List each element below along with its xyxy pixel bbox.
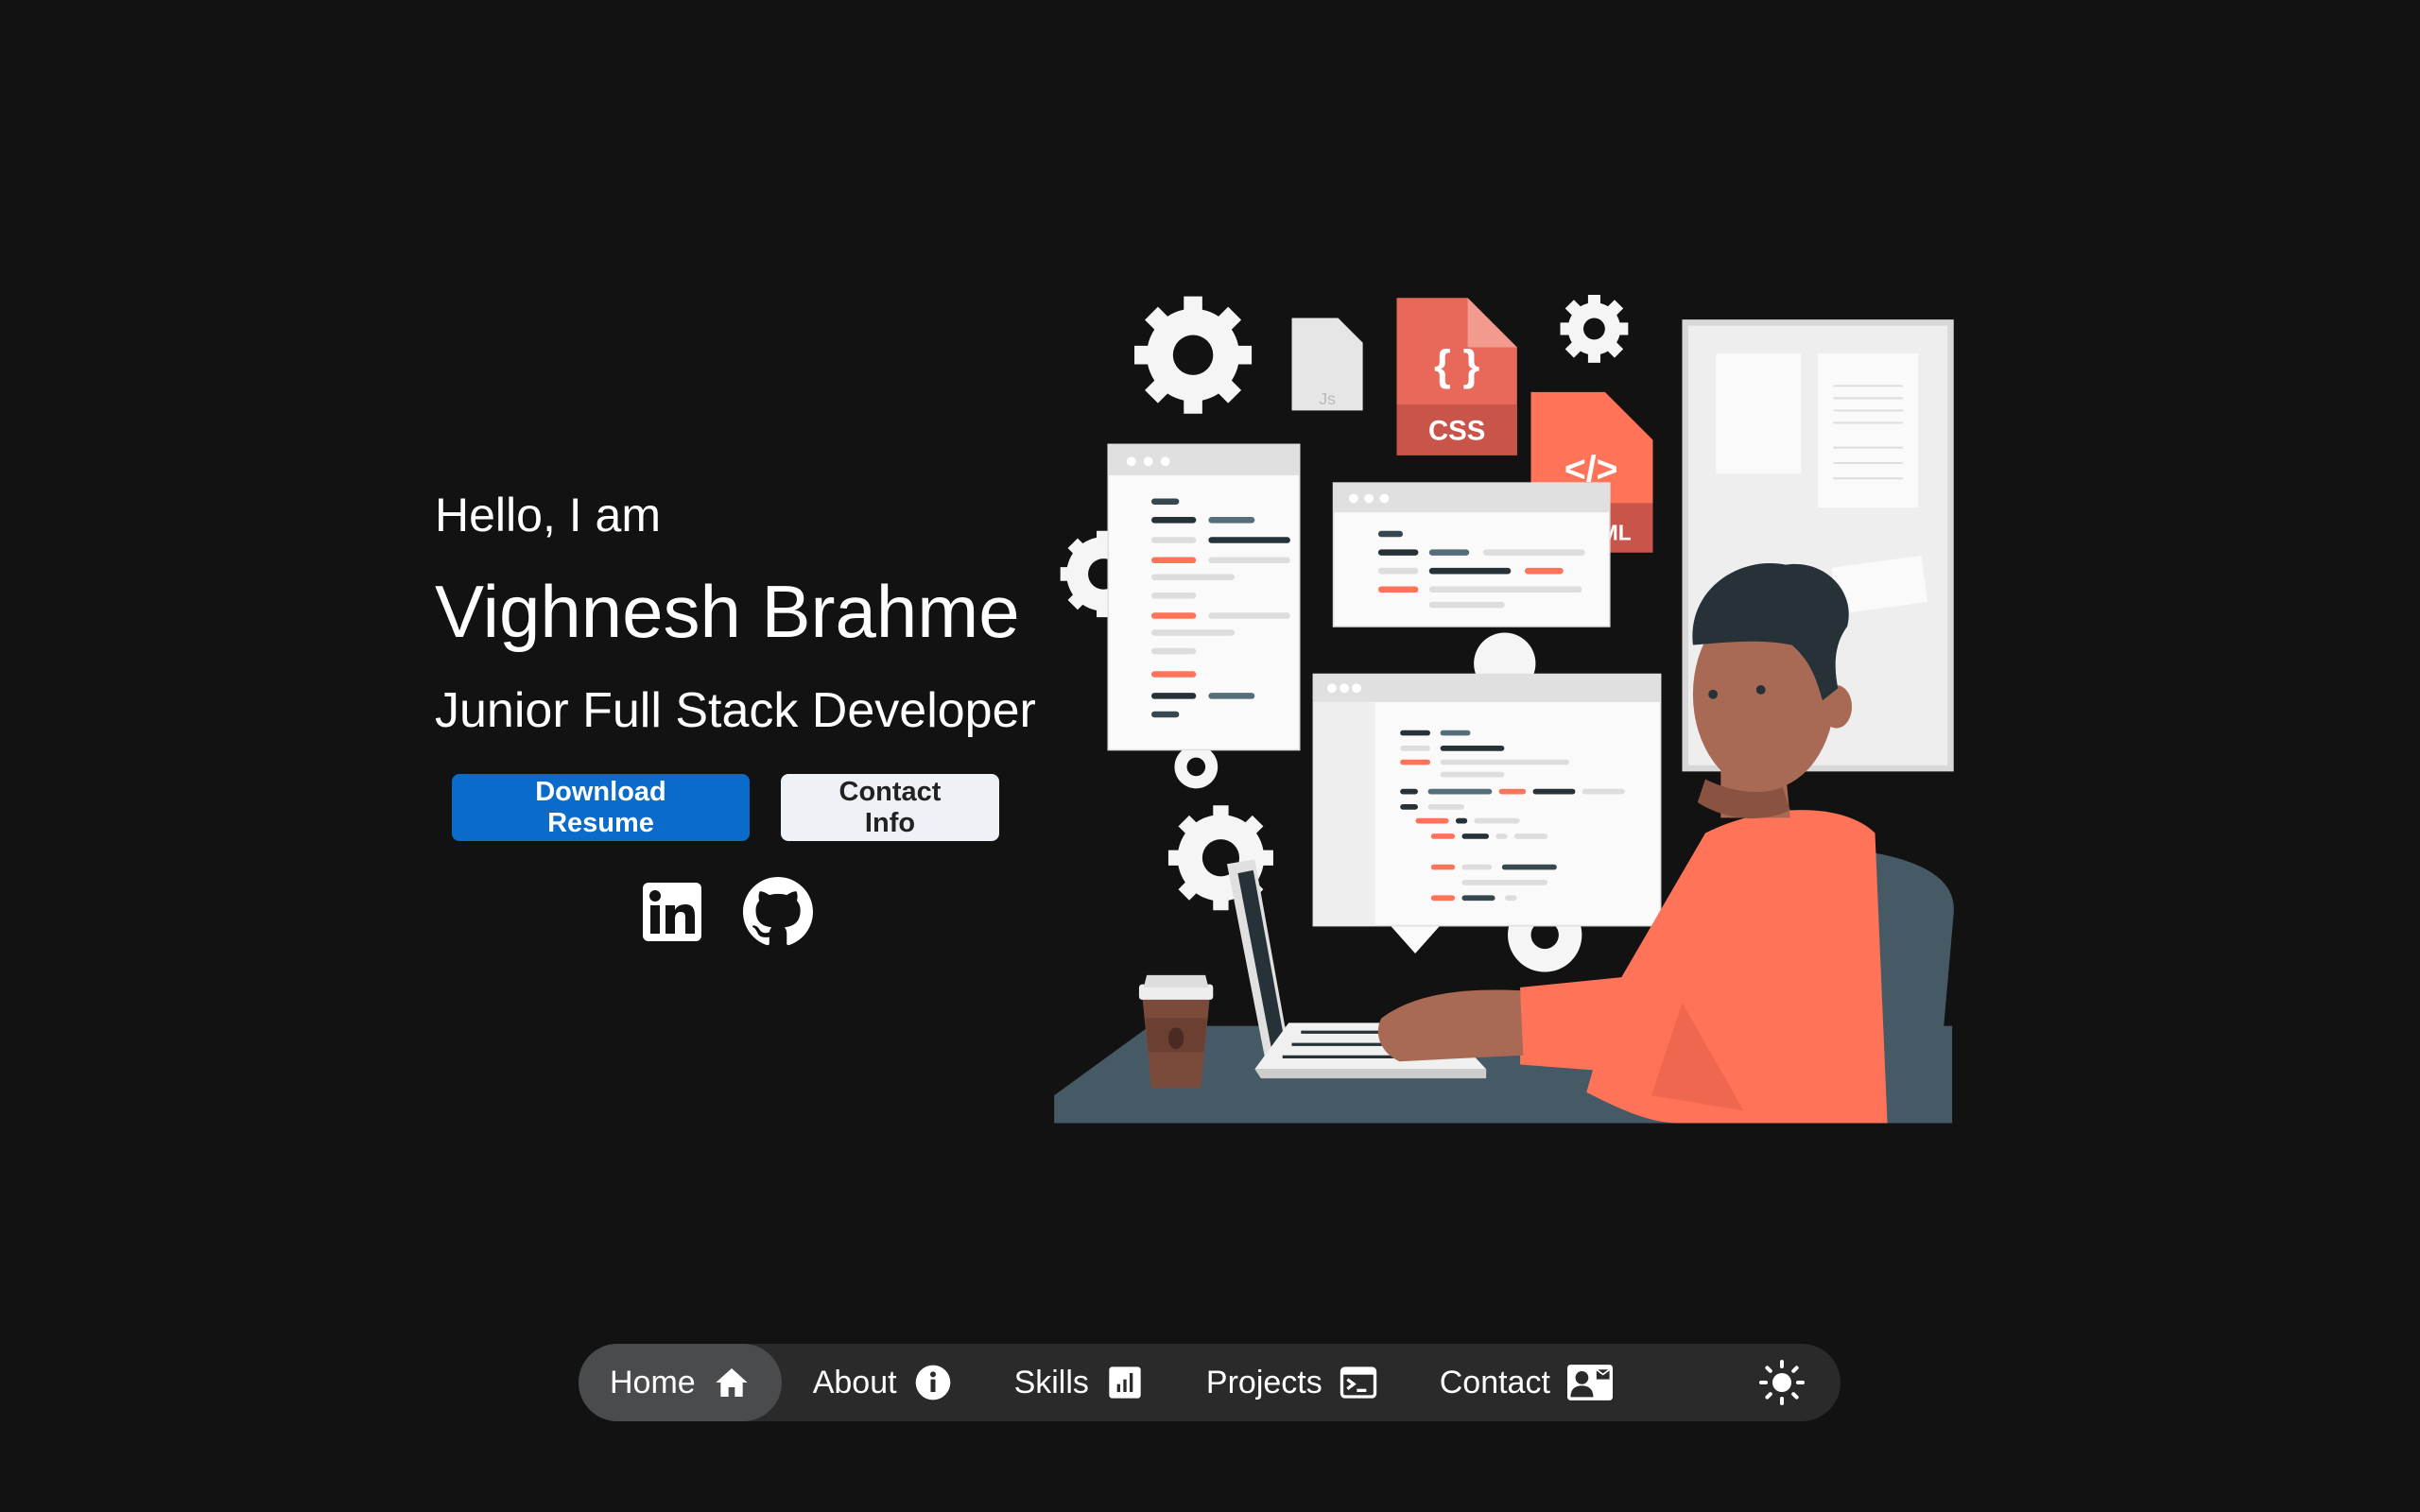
terminal-icon [1340,1366,1376,1399]
github-icon [743,877,813,946]
svg-text:Js: Js [1319,389,1336,408]
nav-label: Skills [1013,1364,1089,1400]
hero-role: Junior Full Stack Developer [435,683,1036,738]
github-link[interactable] [743,877,813,952]
bottom-nav: Home About Skills Projects Contact [579,1344,1841,1421]
css-file-icon: { } CSS [1396,298,1517,455]
nav-label: About [812,1364,897,1400]
hero-buttons: Download Resume Contact Info [452,774,999,841]
contact-info-button[interactable]: Contact Info [781,774,999,841]
nav-label: Home [610,1364,696,1400]
nav-item-skills[interactable]: Skills [983,1344,1175,1421]
code-window [1312,673,1662,954]
gear-icon [1134,296,1253,414]
nav-item-projects[interactable]: Projects [1175,1344,1409,1421]
chart-icon [1109,1366,1141,1399]
nav-item-home[interactable]: Home [579,1344,782,1421]
developer-illustration: Js { } CSS </> ML [1054,295,1954,1124]
info-icon [915,1365,950,1400]
nav-item-contact[interactable]: Contact [1409,1344,1644,1421]
linkedin-icon [643,883,701,941]
greeting: Hello, I am [435,489,661,541]
gear-icon [1174,745,1219,789]
social-links [643,877,813,952]
hero-name: Vighnesh Brahme [435,570,1020,653]
js-file-icon: Js [1291,318,1363,411]
gear-icon [1560,295,1629,363]
nav-label: Projects [1205,1364,1322,1400]
svg-text:{ }: { } [1434,341,1479,389]
hero-text: Hello, I am Vighnesh Brahme Junior Full … [435,477,1036,753]
sun-icon[interactable] [1759,1360,1805,1405]
nav-item-about[interactable]: About [782,1344,983,1421]
contact-card-icon [1566,1365,1613,1400]
svg-text:CSS: CSS [1428,415,1485,446]
download-resume-button[interactable]: Download Resume [452,774,750,841]
home-icon [716,1368,748,1397]
linkedin-link[interactable] [643,883,701,946]
code-window [1107,443,1301,751]
nav-label: Contact [1439,1364,1550,1400]
code-window [1332,482,1611,627]
coffee-cup [1138,974,1214,1088]
